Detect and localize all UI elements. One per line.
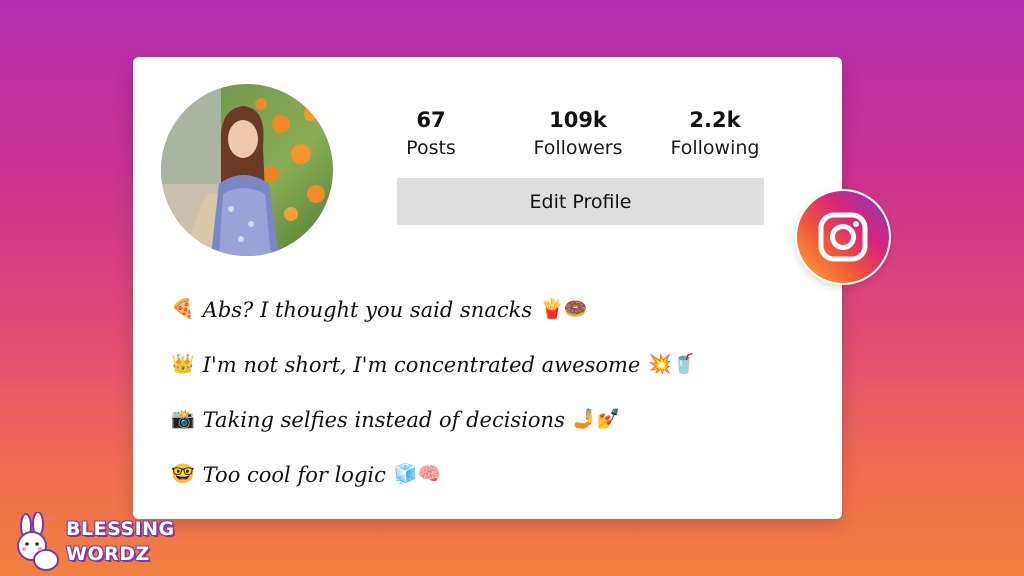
stat-followers[interactable]: 109k Followers [518,107,638,161]
bio-text: Abs? I thought you said snacks [202,297,533,322]
brand-watermark: BLESSING WORDZ [10,512,174,572]
crown-emoji-icon: 👑 [171,353,195,375]
stat-posts[interactable]: 67 Posts [371,107,491,161]
profile-bio: 🍕 Abs? I thought you said snacks 🍟🍩 👑 I'… [171,282,811,502]
collision-cup-emoji-icon: 💥🥤 [648,353,696,375]
watermark-line2: WORDZ [66,543,150,565]
ice-brain-emoji-icon: 🧊🧠 [393,463,442,485]
instagram-logo [795,189,891,285]
stat-following[interactable]: 2.2k Following [655,107,775,161]
stat-followers-label: Followers [533,137,623,159]
instagram-icon [797,191,889,283]
bio-line: 📸 Taking selfies instead of decisions 🤳💅 [171,392,811,447]
profile-card: 67 Posts 109k Followers 2.2k Following E… [133,57,842,519]
edit-profile-button[interactable]: Edit Profile [397,178,764,225]
bio-line: 🤓 Too cool for logic 🧊🧠 [171,447,811,502]
watermark-line1: BLESSING [66,518,175,540]
stat-followers-value: 109k [549,108,607,132]
stat-following-label: Following [670,137,760,159]
bio-line: 🍕 Abs? I thought you said snacks 🍟🍩 [171,282,811,337]
selfie-nails-emoji-icon: 🤳💅 [572,408,621,430]
bio-line: 👑 I'm not short, I'm concentrated awesom… [171,337,811,392]
stat-posts-value: 67 [416,108,446,132]
pizza-emoji-icon: 🍕 [171,298,195,320]
stat-following-value: 2.2k [689,108,741,132]
bio-text: Taking selfies instead of decisions [202,407,565,432]
nerd-face-emoji-icon: 🤓 [171,463,195,485]
bio-text: I'm not short, I'm concentrated awesome [202,352,641,377]
camera-flash-emoji-icon: 📸 [171,408,195,430]
bio-text: Too cool for logic [202,462,386,487]
profile-stats: 67 Posts 109k Followers 2.2k Following [133,107,842,167]
stat-posts-label: Posts [406,137,456,159]
bunny-icon [17,512,59,571]
fries-donut-emoji-icon: 🍟🍩 [540,298,588,320]
